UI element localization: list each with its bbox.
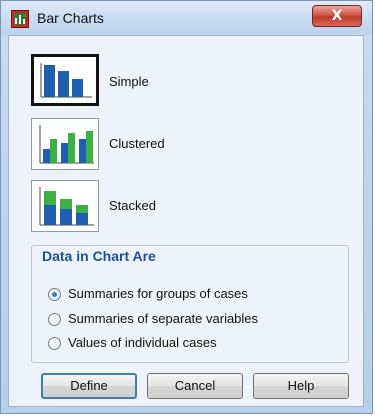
window-title: Bar Charts (37, 10, 104, 26)
stacked-bar-icon (39, 187, 94, 226)
clustered-bar-option[interactable] (31, 118, 99, 170)
radio-button[interactable] (48, 337, 61, 350)
cancel-button[interactable]: Cancel (147, 373, 243, 399)
title-bar[interactable]: Bar Charts X (1, 1, 372, 35)
stacked-bar-option[interactable] (31, 180, 99, 232)
radio-button[interactable] (48, 313, 61, 326)
clustered-label: Clustered (109, 136, 165, 151)
radio-label: Summaries of separate variables (68, 311, 259, 326)
bar-chart-app-icon (11, 10, 29, 28)
bar-charts-dialog: Bar Charts X Simple Clustered Stacked Da… (0, 0, 373, 414)
help-button[interactable]: Help (253, 373, 349, 399)
radio-label: Values of individual cases (68, 335, 217, 350)
simple-label: Simple (109, 74, 149, 89)
clustered-bar-icon (39, 125, 94, 164)
group-legend: Data in Chart Are (39, 248, 159, 264)
radio-button-checked[interactable] (48, 288, 61, 301)
close-icon: X (331, 8, 343, 24)
simple-bar-option[interactable] (31, 54, 99, 106)
simple-bar-icon (40, 63, 92, 98)
stacked-label: Stacked (109, 198, 156, 213)
define-button[interactable]: Define (41, 373, 137, 399)
radio-label: Summaries for groups of cases (68, 286, 248, 301)
close-button[interactable]: X (312, 5, 362, 27)
